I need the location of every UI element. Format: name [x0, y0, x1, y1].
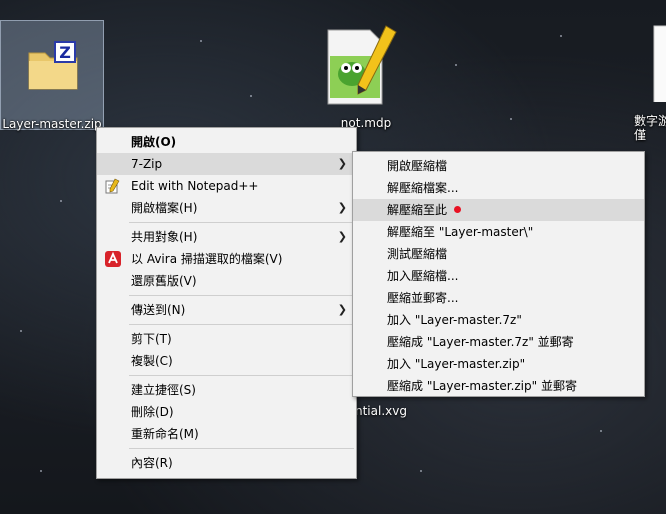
menu-item-label: 剪下(T) [131, 332, 172, 346]
menu-item-label: 開啟(O) [131, 135, 177, 149]
menu-item-label: 加入壓縮檔... [387, 269, 459, 283]
partial-desktop-icon[interactable]: 數字游 僅 [620, 22, 666, 152]
submenu-item-add-to-zip[interactable]: 加入 "Layer-master.zip" [353, 353, 644, 375]
menu-separator [129, 295, 354, 296]
submenu-item-extract-here[interactable]: 解壓縮至此 [353, 199, 644, 221]
notepad-edit-icon [105, 178, 120, 194]
menu-separator [129, 222, 354, 223]
desktop-partial-label: ntial.xvg [355, 404, 407, 418]
chevron-right-icon: ❯ [337, 157, 347, 170]
menu-item-label: 以 Avira 掃描選取的檔案(V) [131, 252, 283, 266]
menu-item-restore-previous[interactable]: 還原舊版(V) [97, 270, 356, 292]
submenu-item-compress-and-email[interactable]: 壓縮並郵寄... [353, 287, 644, 309]
menu-item-label: 壓縮成 "Layer-master.zip" 並郵寄 [387, 379, 577, 393]
menu-item-share-with[interactable]: 共用對象(H) ❯ [97, 226, 356, 248]
menu-separator [129, 375, 354, 376]
notepad-plus-plus-icon [327, 25, 397, 105]
submenu-item-extract-files[interactable]: 解壓縮檔案... [353, 177, 644, 199]
mdp-file-desktop-icon[interactable]: not.mdp [314, 24, 418, 134]
desktop-icon-label: 數字游 僅 [634, 114, 666, 142]
menu-item-label: 還原舊版(V) [131, 274, 197, 288]
zip-file-desktop-icon[interactable]: Z Layer-master.zip [0, 20, 104, 131]
menu-item-avira-scan[interactable]: 以 Avira 掃描選取的檔案(V) [97, 248, 356, 270]
menu-item-open-with[interactable]: 開啟檔案(H) ❯ [97, 197, 356, 219]
menu-item-label: 開啟檔案(H) [131, 201, 198, 215]
submenu-item-open-archive[interactable]: 開啟壓縮檔 [353, 155, 644, 177]
menu-item-label: 重新命名(M) [131, 427, 199, 441]
menu-item-label: 加入 "Layer-master.zip" [387, 357, 526, 371]
menu-item-label: 內容(R) [131, 456, 173, 470]
menu-item-create-shortcut[interactable]: 建立捷徑(S) [97, 379, 356, 401]
chevron-right-icon: ❯ [337, 201, 347, 214]
menu-item-edit-notepad[interactable]: Edit with Notepad++ [97, 175, 356, 197]
cursor-marker-dot-icon [454, 206, 462, 213]
chevron-right-icon: ❯ [337, 303, 347, 316]
menu-item-label: 測試壓縮檔 [387, 247, 448, 261]
menu-item-label: 刪除(D) [131, 405, 174, 419]
7zip-submenu: 開啟壓縮檔 解壓縮檔案... 解壓縮至此 解壓縮至 "Layer-master\… [352, 151, 645, 397]
zip-folder-icon: Z [28, 41, 78, 90]
menu-item-delete[interactable]: 刪除(D) [97, 401, 356, 423]
menu-item-label: 傳送到(N) [131, 303, 186, 317]
context-menu: 開啟(O) 7-Zip ❯ Edit with Notepad++ 開啟檔案(H… [96, 127, 357, 479]
menu-item-label: 加入 "Layer-master.7z" [387, 313, 522, 327]
submenu-item-compress-zip-email[interactable]: 壓縮成 "Layer-master.zip" 並郵寄 [353, 375, 644, 397]
submenu-item-test-archive[interactable]: 測試壓縮檔 [353, 243, 644, 265]
menu-item-label: 7-Zip [131, 157, 163, 171]
menu-item-properties[interactable]: 內容(R) [97, 452, 356, 474]
submenu-item-compress-7z-email[interactable]: 壓縮成 "Layer-master.7z" 並郵寄 [353, 331, 644, 353]
menu-item-label: 複製(C) [131, 354, 173, 368]
menu-item-label: 解壓縮至 "Layer-master\" [387, 225, 534, 239]
menu-item-label: 壓縮並郵寄... [387, 291, 459, 305]
menu-item-open[interactable]: 開啟(O) [97, 131, 356, 153]
menu-item-label: 建立捷徑(S) [131, 383, 196, 397]
chevron-right-icon: ❯ [337, 230, 347, 243]
menu-item-label: 開啟壓縮檔 [387, 159, 448, 173]
menu-item-label: 壓縮成 "Layer-master.7z" 並郵寄 [387, 335, 574, 349]
menu-item-label: 解壓縮至此 [387, 203, 448, 217]
menu-separator [129, 324, 354, 325]
menu-item-7zip[interactable]: 7-Zip ❯ [97, 153, 356, 175]
avira-icon [105, 251, 121, 267]
menu-item-cut[interactable]: 剪下(T) [97, 328, 356, 350]
menu-item-copy[interactable]: 複製(C) [97, 350, 356, 372]
menu-item-rename[interactable]: 重新命名(M) [97, 423, 356, 445]
menu-separator [129, 448, 354, 449]
menu-item-label: Edit with Notepad++ [131, 179, 259, 193]
menu-item-label: 解壓縮檔案... [387, 181, 459, 195]
submenu-item-extract-to-folder[interactable]: 解壓縮至 "Layer-master\" [353, 221, 644, 243]
submenu-item-add-to-archive[interactable]: 加入壓縮檔... [353, 265, 644, 287]
menu-item-send-to[interactable]: 傳送到(N) ❯ [97, 299, 356, 321]
document-icon [653, 25, 666, 102]
svg-text:Z: Z [59, 43, 71, 62]
desktop-icon-label: Layer-master.zip [2, 117, 102, 131]
submenu-item-add-to-7z[interactable]: 加入 "Layer-master.7z" [353, 309, 644, 331]
menu-item-label: 共用對象(H) [131, 230, 198, 244]
